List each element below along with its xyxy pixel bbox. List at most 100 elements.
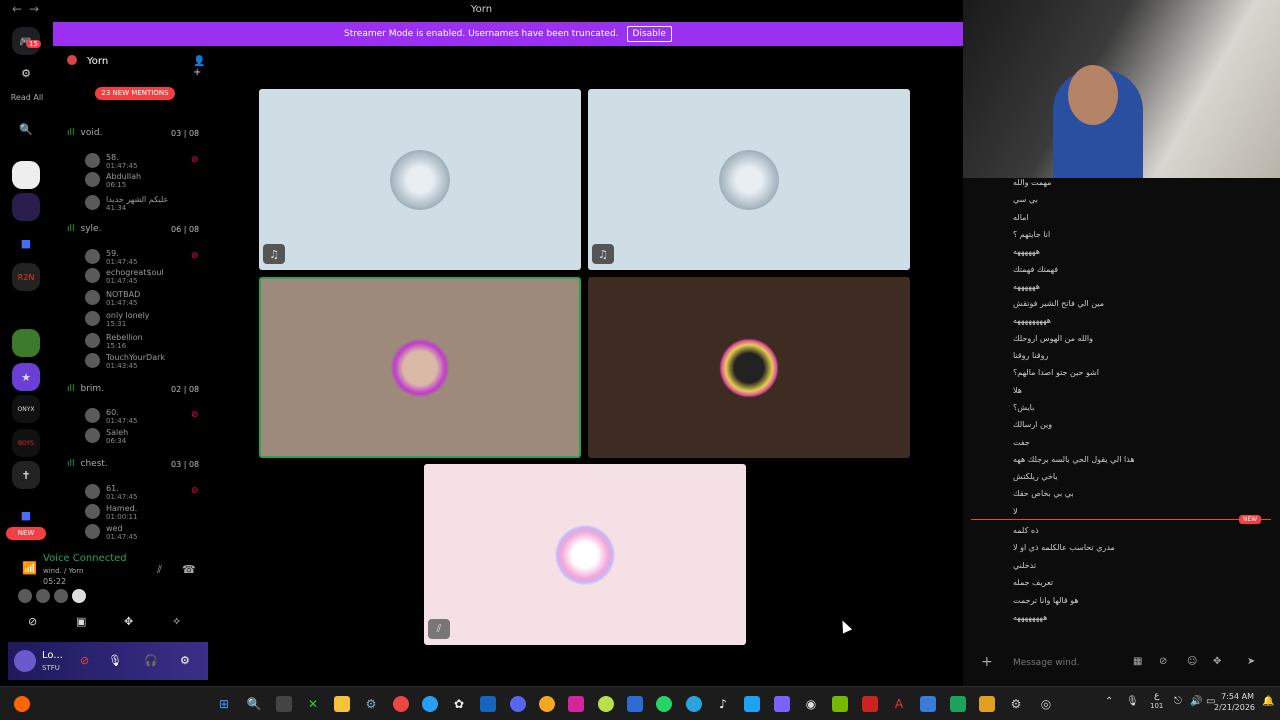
voice-user[interactable]: 60. 01:47:45 [85,408,137,425]
volume-icon[interactable]: 🔊 [1190,696,1202,707]
tiktok-icon[interactable]: ♪ [715,696,731,712]
disconnect-icon[interactable]: ☎ [182,563,196,576]
participant-tile[interactable]: ♫ [588,89,910,270]
instagram-icon[interactable] [568,696,584,712]
settings-icon[interactable]: ⚙ [1008,696,1024,712]
participant-tile[interactable]: ♫ [259,89,581,270]
xbox-icon[interactable]: ✕ [305,696,321,712]
participant-tile[interactable] [588,277,910,458]
emoji-icon[interactable]: ☺ [1187,656,1197,667]
discord-icon[interactable] [510,696,526,712]
folder-icon[interactable]: ■ [12,229,40,257]
voice-channel-chest[interactable]: ıll chest. 03 | 08 [67,459,199,469]
add-member-icon[interactable]: 👤+ [193,56,210,78]
read-all-button[interactable]: Read All [4,93,50,102]
voice-channel-brim[interactable]: ıll brim. 02 | 08 [67,384,199,394]
clock[interactable]: 7:54 AM 2/21/2026 [1214,691,1255,713]
server-icon[interactable] [12,293,40,321]
edge-icon[interactable] [422,696,438,712]
chatgpt-icon[interactable]: ✿ [451,696,467,712]
server-icon[interactable] [12,193,40,221]
voice-user[interactable]: 58. 01:47:45 [85,153,137,170]
voice-status[interactable]: Voice Connected [43,553,127,564]
avatar[interactable] [72,589,86,603]
voice-channel-void[interactable]: ıll void. 03 | 08 [67,128,199,138]
voice-user[interactable]: عليكم الشهر جديدا 41:34 [85,195,168,212]
microphone-icon[interactable]: 🎙 [108,654,122,667]
app-icon[interactable]: ◎ [1038,696,1054,712]
disable-button[interactable]: Disable [626,26,672,42]
message-input[interactable]: Message wind. [1013,658,1079,668]
server-icon[interactable]: ★ [12,363,40,391]
app-icon[interactable]: A [891,696,907,712]
send-icon[interactable]: ➤ [1247,656,1255,667]
notification-bell-icon[interactable]: 🔔 [1262,696,1274,707]
user-settings-gear-icon[interactable]: ⚙ [180,654,190,667]
avatar[interactable] [14,650,36,672]
signal-icon[interactable]: 📶 [22,561,37,575]
server-icon[interactable] [12,329,40,357]
calendar-icon[interactable]: ▦ [1133,656,1142,667]
voice-user[interactable]: 61. 01:47:45 [85,484,137,501]
avatar[interactable] [36,589,50,603]
noise-suppression-icon[interactable]: ⫽ [157,563,162,577]
voice-user[interactable]: wed 01:47:45 [85,524,137,541]
server-icon[interactable]: BOYS [12,429,40,457]
nvidia-icon[interactable] [832,696,848,712]
search-icon[interactable]: 🔍 [12,115,40,143]
username[interactable]: Lo... [42,650,63,661]
voice-user[interactable]: Hamed. 01:00:11 [85,504,137,521]
stream-off-icon[interactable]: ⊘ [80,654,89,667]
voice-user[interactable]: only lonely 15:31 [85,311,150,328]
start-icon[interactable]: ⊞ [216,696,232,712]
voice-user[interactable]: TouchYourDark 01:43:45 [85,353,165,370]
telegram-icon[interactable] [686,696,702,712]
camera-off-icon[interactable]: ⊘ [28,615,37,628]
app-icon[interactable] [979,696,995,712]
voice-user[interactable]: Rebellion 15:16 [85,333,143,350]
activities-icon[interactable]: ✥ [124,615,133,628]
voice-channel-syle[interactable]: ıll syle. 06 | 08 [67,224,199,234]
server-icon[interactable]: ✝ [12,461,40,489]
microphone-tray-icon[interactable]: 🎙 [1126,696,1139,707]
screenshare-icon[interactable]: ▣ [76,615,86,628]
avatar[interactable] [54,589,68,603]
voice-user[interactable]: Abdullah 06:15 [85,172,141,189]
voice-user[interactable]: 59. 01:47:45 [85,249,137,266]
folder-icon[interactable]: ■ [12,501,40,529]
app-icon[interactable] [950,696,966,712]
app-icon[interactable] [774,696,790,712]
network-icon[interactable]: ⎋ [1174,696,1182,707]
voice-user[interactable]: Saleh 06:34 [85,428,128,445]
server-name[interactable]: Yorn [87,56,108,67]
mail-icon[interactable] [627,696,643,712]
app-icon[interactable] [744,696,760,712]
server-icon[interactable]: ONYX [12,395,40,423]
tray-chevron-icon[interactable]: ⌃ [1105,696,1113,707]
new-badge[interactable]: NEW [6,527,46,540]
task-view-icon[interactable] [276,696,292,712]
settings-gear-icon[interactable]: ⚙ [12,59,40,87]
steam-icon[interactable]: ⚙ [363,696,379,712]
soundboard-icon[interactable]: ✧ [172,615,181,628]
headphones-icon[interactable]: 🎧 [144,654,158,667]
chrome-icon[interactable] [393,696,409,712]
new-mentions-pill[interactable]: 23 NEW MENTIONS [95,87,175,100]
voice-user[interactable]: NOTBAD 01:47:45 [85,290,140,307]
server-icon[interactable] [12,161,40,189]
notification-icon[interactable] [14,696,30,712]
app-icon[interactable] [920,696,936,712]
participant-tile[interactable]: ⫽ [424,464,746,645]
app-icon[interactable] [862,696,878,712]
whatsapp-icon[interactable] [656,696,672,712]
add-attachment-icon[interactable]: + [981,654,993,670]
gif-icon[interactable]: ⊘ [1159,656,1167,667]
app-icon[interactable] [598,696,614,712]
voice-user[interactable]: echogreat$oul 01:47:45 [85,268,164,285]
file-explorer-icon[interactable] [334,696,350,712]
search-icon[interactable]: 🔍 [246,696,262,712]
obs-icon[interactable]: ◉ [803,696,819,712]
avatar[interactable] [18,589,32,603]
apps-icon[interactable]: ✥ [1213,656,1221,667]
server-icon[interactable]: R2N [12,263,40,291]
